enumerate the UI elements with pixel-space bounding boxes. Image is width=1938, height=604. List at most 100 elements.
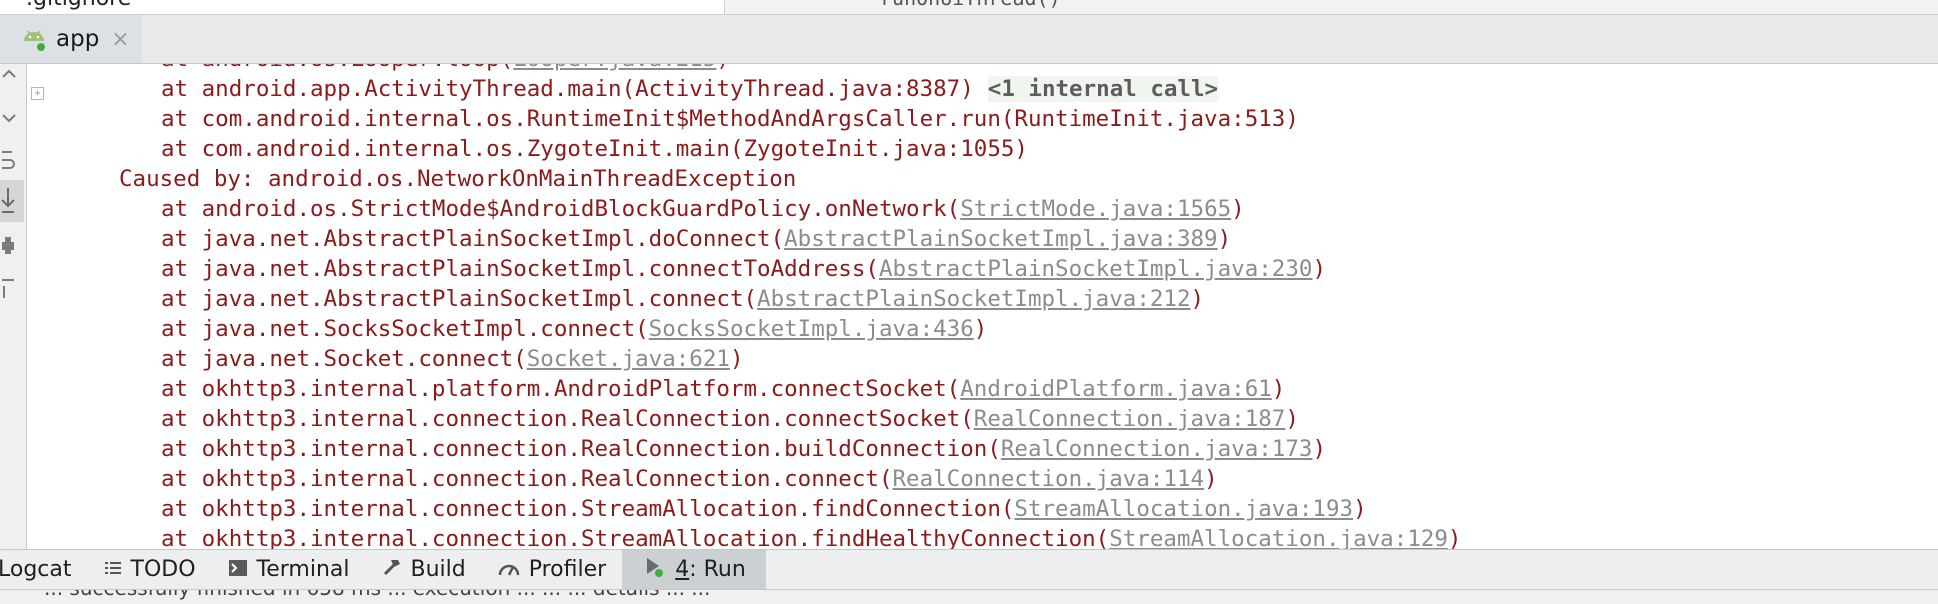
- profiler-label: Profiler: [528, 557, 607, 582]
- run-tab-label: app: [56, 26, 100, 52]
- list-icon: [104, 558, 122, 582]
- project-tree-pane: .gitignore: [0, 0, 725, 14]
- stack-frame-text: at java.net.AbstractPlainSocketImpl.conn…: [161, 256, 879, 282]
- stack-trace-line: at okhttp3.internal.connection.StreamAll…: [27, 524, 1461, 549]
- tool-window-bar: Logcat TODO Terminal Build Profiler 4: R…: [0, 549, 1938, 590]
- todo-tool-button[interactable]: TODO: [88, 550, 212, 589]
- source-file-link[interactable]: RealConnection.java:187: [974, 406, 1286, 432]
- run-icon: [644, 556, 666, 583]
- source-file-link[interactable]: StreamAllocation.java:129: [1109, 526, 1448, 549]
- stack-trace-line: at java.net.SocksSocketImpl.connect(Sock…: [27, 314, 1461, 344]
- close-paren: ): [1231, 196, 1245, 222]
- stack-trace-line: at okhttp3.internal.connection.RealConne…: [27, 434, 1461, 464]
- stack-frame-text: at okhttp3.internal.connection.StreamAll…: [161, 526, 1110, 549]
- close-paren: ): [1190, 286, 1205, 312]
- close-paren: ): [973, 316, 988, 342]
- clear-all-icon[interactable]: [0, 276, 22, 305]
- stack-frame-text: at android.app.ActivityThread.main(Activ…: [161, 76, 974, 102]
- todo-label: TODO: [130, 557, 196, 582]
- close-paren: ): [716, 64, 730, 72]
- close-tab-icon[interactable]: ×: [111, 27, 129, 52]
- log-lines: at android.os.Looper.loop(Looper.java:21…: [27, 64, 1461, 549]
- source-file-link[interactable]: AbstractPlainSocketImpl.java:389: [784, 226, 1217, 252]
- stack-frame-text: Caused by: android.os.NetworkOnMainThrea…: [119, 166, 797, 192]
- stack-trace-line: at okhttp3.internal.connection.RealConne…: [27, 404, 1461, 434]
- run-tab-bar: app ×: [0, 15, 1938, 64]
- stack-trace-line: at okhttp3.internal.connection.RealConne…: [27, 464, 1461, 494]
- console-side-toolbar: [0, 64, 27, 549]
- build-label: Build: [410, 557, 466, 582]
- run-label: : Run: [689, 557, 746, 582]
- close-paren: ): [1447, 526, 1462, 549]
- terminal-label: Terminal: [256, 557, 350, 582]
- stack-frame-text: at okhttp3.internal.connection.StreamAll…: [161, 496, 1015, 522]
- stack-trace-line: at android.os.Looper.loop(Looper.java:21…: [27, 64, 1461, 74]
- profiler-tool-button[interactable]: Profiler: [482, 550, 622, 589]
- source-file-link[interactable]: AndroidPlatform.java:61: [960, 376, 1272, 402]
- run-config-tab-app[interactable]: app ×: [0, 15, 142, 63]
- stack-frame-text: at okhttp3.internal.platform.AndroidPlat…: [161, 376, 961, 402]
- status-bar: ... successfully finished in 658 ms ... …: [0, 590, 1938, 604]
- close-paren: ): [1353, 496, 1367, 522]
- stack-trace-line: at android.os.StrictMode$AndroidBlockGua…: [27, 194, 1461, 224]
- status-message: ... successfully finished in 658 ms ... …: [44, 590, 710, 600]
- gitignore-file-item[interactable]: .gitignore: [26, 0, 131, 11]
- caused-by-line: Caused by: android.os.NetworkOnMainThrea…: [27, 164, 1461, 194]
- stack-frame-text: at android.os.Looper.loop(: [27, 64, 513, 72]
- source-file-link[interactable]: RealConnection.java:173: [1001, 436, 1313, 462]
- stack-trace-line: at java.net.AbstractPlainSocketImpl.conn…: [27, 254, 1461, 284]
- stack-trace-line: at com.android.internal.os.ZygoteInit.ma…: [27, 134, 1461, 164]
- stack-frame-text: at okhttp3.internal.connection.RealConne…: [161, 466, 893, 492]
- stack-trace-line: at java.net.Socket.connect(Socket.java:6…: [27, 344, 1461, 374]
- run-console-output[interactable]: + at android.os.Looper.loop(Looper.java:…: [27, 64, 1938, 549]
- down-arrow-icon[interactable]: [0, 108, 22, 133]
- close-paren: ): [1312, 256, 1326, 282]
- stack-frame-text: at com.android.internal.os.ZygoteInit.ma…: [161, 136, 1028, 162]
- stack-trace-line: at java.net.AbstractPlainSocketImpl.conn…: [27, 284, 1461, 314]
- hammer-icon: [382, 557, 402, 582]
- editor-code-fragment: runOnUiThread(): [880, 0, 1061, 10]
- stack-frame-text: at com.android.internal.os.RuntimeInit$M…: [161, 106, 1299, 132]
- source-file-link[interactable]: AbstractPlainSocketImpl.java:212: [757, 286, 1190, 312]
- close-paren: ): [1271, 376, 1286, 402]
- stack-frame-text: at java.net.Socket.connect(: [161, 346, 527, 372]
- close-paren: ): [1204, 466, 1218, 492]
- logcat-label: Logcat: [0, 557, 72, 582]
- terminal-icon: [228, 558, 248, 582]
- build-tool-button[interactable]: Build: [366, 550, 482, 589]
- soft-wrap-icon[interactable]: [0, 148, 22, 177]
- stack-frame-text: at android.os.StrictMode$AndroidBlockGua…: [161, 196, 961, 222]
- stack-frame-text: at okhttp3.internal.connection.RealConne…: [161, 406, 974, 432]
- android-run-icon: [20, 25, 48, 53]
- close-paren: ): [729, 346, 744, 372]
- scroll-to-end-icon[interactable]: [0, 180, 24, 222]
- close-paren: ): [1312, 436, 1326, 462]
- stack-trace-line: at okhttp3.internal.platform.AndroidPlat…: [27, 374, 1461, 404]
- stack-frame-text: at java.net.AbstractPlainSocketImpl.doCo…: [161, 226, 785, 252]
- internal-calls-fold[interactable]: <1 internal call>: [987, 76, 1219, 102]
- source-file-link[interactable]: StrictMode.java:1565: [960, 196, 1231, 222]
- source-file-link[interactable]: RealConnection.java:114: [893, 466, 1205, 492]
- up-arrow-icon[interactable]: [0, 64, 22, 89]
- close-paren: ): [1217, 226, 1232, 252]
- stack-frame-text: at okhttp3.internal.connection.RealConne…: [161, 436, 1001, 462]
- stack-trace-line: at com.android.internal.os.RuntimeInit$M…: [27, 104, 1461, 134]
- stack-trace-line: at android.app.ActivityThread.main(Activ…: [27, 74, 1461, 104]
- source-file-link[interactable]: Socket.java:621: [527, 346, 730, 372]
- run-tool-button[interactable]: 4: Run: [622, 550, 766, 589]
- stack-trace-line: at java.net.AbstractPlainSocketImpl.doCo…: [27, 224, 1461, 254]
- logcat-tool-button[interactable]: Logcat: [0, 550, 88, 589]
- source-file-link[interactable]: Looper.java:215: [513, 64, 716, 72]
- run-shortcut-number: 4: [675, 557, 690, 582]
- stack-trace-line: at okhttp3.internal.connection.StreamAll…: [27, 494, 1461, 524]
- stack-frame-text: at java.net.AbstractPlainSocketImpl.conn…: [161, 286, 758, 312]
- stack-frame-text: at java.net.SocksSocketImpl.connect(: [161, 316, 649, 342]
- gauge-icon: [498, 558, 520, 582]
- close-paren: ): [1285, 406, 1299, 432]
- terminal-tool-button[interactable]: Terminal: [212, 550, 366, 589]
- top-strip: .gitignore runOnUiThread(): [0, 0, 1938, 15]
- print-icon[interactable]: [0, 234, 22, 263]
- source-file-link[interactable]: StreamAllocation.java:193: [1014, 496, 1353, 522]
- source-file-link[interactable]: SocksSocketImpl.java:436: [649, 316, 974, 342]
- source-file-link[interactable]: AbstractPlainSocketImpl.java:230: [879, 256, 1312, 282]
